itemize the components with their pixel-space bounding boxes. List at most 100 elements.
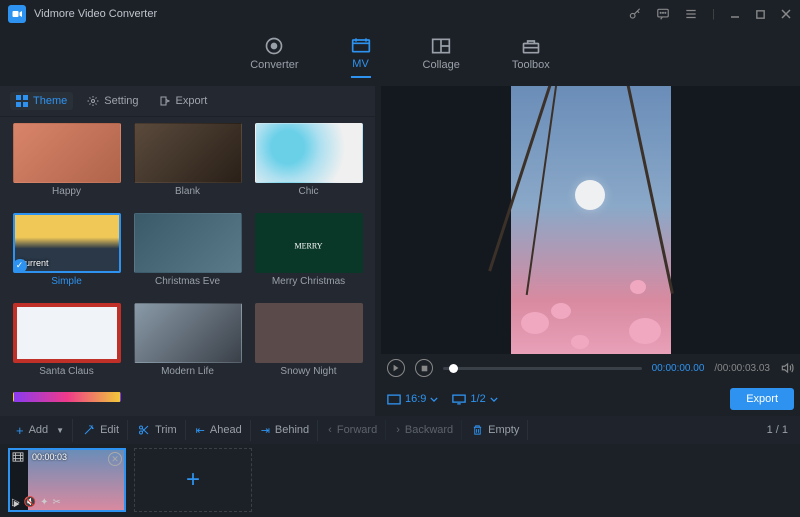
scissors-icon[interactable]: ✂ — [53, 497, 61, 508]
app-title: Vidmore Video Converter — [34, 8, 157, 20]
main-nav: Converter MV Collage Toolbox — [0, 28, 800, 86]
theme-merry-christmas[interactable]: MERRY Merry Christmas — [252, 213, 365, 295]
btn-label: Empty — [488, 424, 519, 436]
export-button[interactable]: Export — [730, 388, 794, 410]
play-icon[interactable]: ▷ — [12, 497, 20, 508]
gear-icon — [87, 95, 99, 107]
preview-panel: 00:00:00.00/00:00:03.03 16:9 1/2 Export — [375, 86, 800, 416]
menu-icon[interactable] — [684, 7, 698, 21]
clip-toolbar: +Add▼ Edit Trim ⇤Ahead ⇥Behind ‹Forward … — [0, 416, 800, 444]
btn-label: Forward — [337, 424, 377, 436]
scissors-icon — [138, 424, 150, 436]
key-icon[interactable] — [628, 7, 642, 21]
clip-item[interactable]: 00:00:03 ✕ ▷ 🔇 ✦ ✂ — [8, 448, 126, 512]
converter-icon — [264, 37, 284, 55]
behind-button[interactable]: ⇥ Behind — [253, 420, 318, 441]
btn-label: Backward — [405, 424, 453, 436]
ahead-button[interactable]: ⇤ Ahead — [188, 420, 251, 441]
video-preview[interactable] — [381, 86, 800, 354]
theme-snowy-night[interactable]: Snowy Night — [252, 303, 365, 385]
edit-button[interactable]: Edit — [75, 420, 128, 440]
zoom-select[interactable]: 1/2 — [452, 393, 497, 405]
time-total: /00:00:03.03 — [714, 363, 770, 374]
divider: | — [712, 8, 715, 20]
mute-icon[interactable]: 🔇 — [24, 497, 36, 508]
plus-icon: + — [16, 423, 24, 438]
aspect-value: 16:9 — [405, 393, 426, 405]
tab-label: Export — [176, 95, 208, 107]
add-clip-button[interactable]: + — [134, 448, 252, 512]
remove-clip-button[interactable]: ✕ — [108, 452, 122, 466]
maximize-button[interactable] — [755, 9, 766, 20]
add-button[interactable]: +Add▼ — [8, 419, 73, 442]
theme-simple[interactable]: Current✓Simple — [10, 213, 123, 295]
aspect-icon — [387, 394, 401, 405]
theme-label: Santa Claus — [39, 366, 93, 377]
play-button[interactable] — [387, 359, 405, 377]
nav-mv[interactable]: MV — [351, 36, 371, 78]
toolbox-icon — [521, 37, 541, 55]
progress-bar[interactable] — [443, 367, 642, 370]
clip-duration: 00:00:03 — [32, 452, 67, 462]
btn-label: Behind — [275, 424, 309, 436]
zoom-value: 1/2 — [470, 393, 485, 405]
titlebar: Vidmore Video Converter | — [0, 0, 800, 28]
btn-label: Edit — [100, 424, 119, 436]
theme-label: Blank — [175, 186, 200, 197]
close-button[interactable] — [780, 8, 792, 20]
nav-label: Collage — [423, 59, 460, 71]
tab-label: Setting — [104, 95, 138, 107]
theme-label: Chic — [298, 186, 318, 197]
theme-label: Merry Christmas — [272, 276, 345, 287]
backward-button[interactable]: › Backward — [388, 420, 462, 440]
nav-label: Toolbox — [512, 59, 550, 71]
theme-santa-claus[interactable]: Santa Claus — [10, 303, 123, 385]
theme-more[interactable] — [10, 392, 123, 410]
btn-label: Add — [29, 424, 49, 436]
wand-icon[interactable]: ✦ — [40, 497, 48, 508]
overlay-text: MERRY — [294, 241, 322, 250]
chevron-left-icon: ‹ — [328, 424, 332, 436]
nav-label: MV — [352, 58, 369, 70]
nav-collage[interactable]: Collage — [423, 37, 460, 77]
chevron-right-icon: › — [396, 424, 400, 436]
wand-icon — [83, 424, 95, 436]
time-current: 00:00:00.00 — [652, 363, 705, 374]
trim-button[interactable]: Trim — [130, 420, 186, 440]
empty-button[interactable]: Empty — [464, 420, 528, 440]
stop-button[interactable] — [415, 359, 433, 377]
aspect-ratio-select[interactable]: 16:9 — [387, 393, 438, 405]
theme-label: Modern Life — [161, 366, 214, 377]
tab-theme[interactable]: Theme — [10, 92, 73, 110]
theme-modern-life[interactable]: Modern Life — [131, 303, 244, 385]
themes-grid[interactable]: Happy Blank Chic Current✓Simple Christma… — [0, 117, 375, 416]
feedback-icon[interactable] — [656, 7, 670, 21]
bar-left-icon: ⇤ — [196, 424, 205, 437]
timeline: 00:00:03 ✕ ▷ 🔇 ✦ ✂ + — [0, 444, 800, 517]
tab-label: Theme — [33, 95, 67, 107]
theme-blank[interactable]: Blank — [131, 123, 244, 205]
nav-label: Converter — [250, 59, 298, 71]
chevron-down-icon — [490, 397, 498, 402]
theme-christmas-eve[interactable]: Christmas Eve — [131, 213, 244, 295]
tab-export[interactable]: Export — [153, 92, 214, 110]
tab-setting[interactable]: Setting — [81, 92, 144, 110]
volume-icon[interactable] — [780, 361, 794, 375]
grid-icon — [16, 95, 28, 107]
theme-chic[interactable]: Chic — [252, 123, 365, 205]
minimize-button[interactable] — [729, 8, 741, 20]
theme-happy[interactable]: Happy — [10, 123, 123, 205]
bar-right-icon: ⇥ — [261, 424, 270, 437]
btn-label: Ahead — [210, 424, 242, 436]
nav-converter[interactable]: Converter — [250, 37, 298, 77]
app-logo — [8, 5, 26, 23]
collage-icon — [431, 37, 451, 55]
theme-label: Christmas Eve — [155, 276, 220, 287]
forward-button[interactable]: ‹ Forward — [320, 420, 386, 440]
nav-toolbox[interactable]: Toolbox — [512, 37, 550, 77]
content: Theme Setting Export Happy Blank Chic Cu… — [0, 86, 800, 416]
player-controls: 00:00:00.00/00:00:03.03 — [381, 354, 800, 382]
mv-icon — [351, 36, 371, 54]
theme-panel: Theme Setting Export Happy Blank Chic Cu… — [0, 86, 375, 416]
theme-label: Happy — [52, 186, 81, 197]
